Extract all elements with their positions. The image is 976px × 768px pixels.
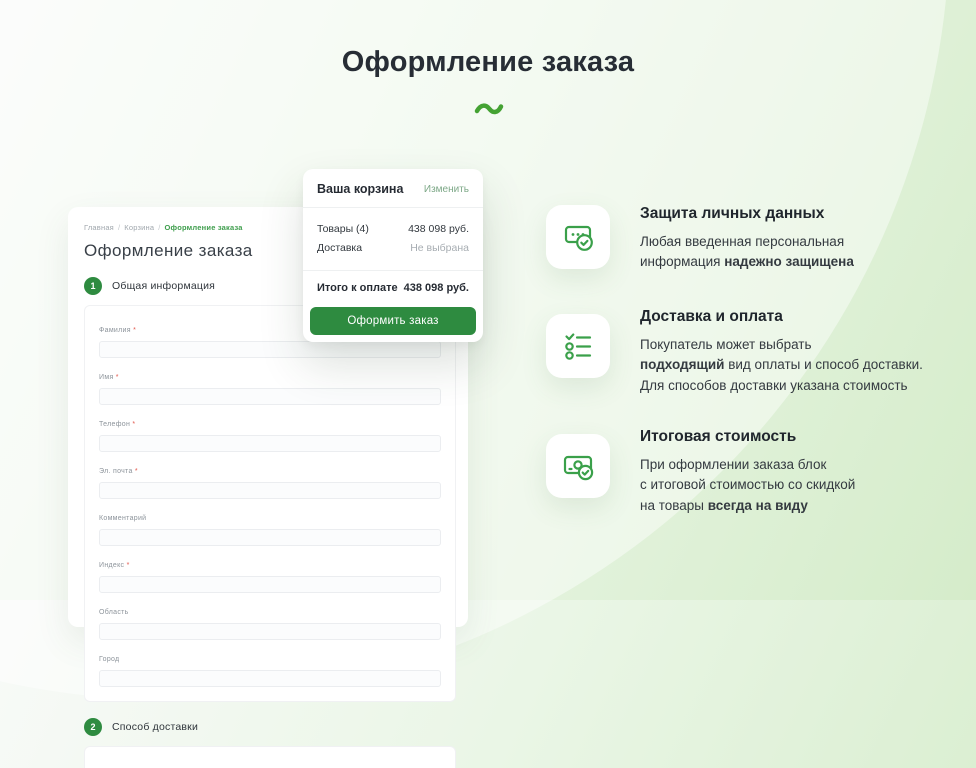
city-input[interactable] (99, 670, 441, 687)
email-input[interactable] (99, 482, 441, 499)
step-number-badge: 1 (84, 277, 102, 295)
field-label: Индекс (99, 562, 124, 569)
field-label: Эл. почта (99, 468, 133, 475)
zip-input[interactable] (99, 576, 441, 593)
breadcrumb-item-home[interactable]: Главная (84, 223, 114, 232)
field-label: Имя (99, 374, 114, 381)
feature-total-price: Итоговая стоимость При оформлении заказа… (546, 426, 855, 516)
form-field: Телефон * (99, 413, 441, 452)
page-title: Оформление заказа (0, 46, 976, 79)
required-mark: * (131, 327, 136, 334)
form-field: Город (99, 648, 441, 687)
step-label: Общая информация (112, 280, 215, 292)
row-label: Товары (4) (317, 223, 369, 235)
field-label: Комментарий (99, 515, 146, 522)
feature-title: Итоговая стоимость (640, 428, 855, 446)
banknote-check-icon (546, 434, 610, 498)
required-mark: * (114, 374, 119, 381)
feature-delivery-payment: Доставка и оплата Покупатель может выбра… (546, 306, 923, 396)
feature-title: Защита личных данных (640, 205, 854, 223)
general-info-panel: Фамилия * Имя * Телефон * Эл. почта * Ко… (84, 305, 456, 702)
field-label: Город (99, 656, 119, 663)
step-label: Способ доставки (112, 721, 198, 733)
breadcrumb-item-checkout: Оформление заказа (165, 223, 243, 232)
step-delivery-method: 2 Способ доставки (84, 718, 456, 736)
cart-total-row: Итого к оплате 438 098 руб. (303, 271, 483, 305)
phone-input[interactable] (99, 435, 441, 452)
cart-edit-link[interactable]: Изменить (424, 184, 469, 195)
feature-body: Любая введенная персональная информация … (640, 232, 854, 273)
form-field: Индекс * (99, 554, 441, 593)
feature-data-protection: Защита личных данных Любая введенная пер… (546, 203, 854, 273)
cart-title: Ваша корзина (317, 182, 403, 196)
required-mark: * (130, 421, 135, 428)
feature-body: При оформлении заказа блок с итоговой ст… (640, 455, 855, 516)
form-field: Эл. почта * (99, 460, 441, 499)
checklist-icon (546, 314, 610, 378)
chat-check-icon (546, 205, 610, 269)
region-input[interactable] (99, 623, 441, 640)
breadcrumb-separator: / (118, 223, 120, 232)
total-value: 438 098 руб. (404, 282, 469, 294)
form-field: Область (99, 601, 441, 640)
row-value: 438 098 руб. (408, 223, 469, 235)
required-mark: * (133, 468, 138, 475)
feature-body: Покупатель может выбрать подходящий вид … (640, 335, 923, 396)
field-label: Телефон (99, 421, 130, 428)
row-value: Не выбрана (410, 242, 469, 254)
cart-row-items: Товары (4) 438 098 руб. (317, 223, 469, 235)
field-label: Область (99, 609, 129, 616)
total-label: Итого к оплате (317, 282, 398, 294)
form-field: Комментарий (99, 507, 441, 546)
cart-row-delivery: Доставка Не выбрана (317, 242, 469, 254)
step-number-badge: 2 (84, 718, 102, 736)
comment-input[interactable] (99, 529, 441, 546)
feature-title: Доставка и оплата (640, 308, 923, 326)
form-field: Имя * (99, 366, 441, 405)
firstname-input[interactable] (99, 388, 441, 405)
submit-order-button[interactable]: Оформить заказ (310, 307, 476, 335)
field-label: Фамилия (99, 327, 131, 334)
breadcrumb-item-cart[interactable]: Корзина (124, 223, 154, 232)
cart-summary-card: Ваша корзина Изменить Товары (4) 438 098… (303, 169, 483, 342)
required-mark: * (124, 562, 129, 569)
breadcrumb-separator: / (158, 223, 160, 232)
lastname-input[interactable] (99, 341, 441, 358)
delivery-method-panel (84, 746, 456, 768)
row-label: Доставка (317, 242, 362, 254)
tilde-icon (473, 101, 505, 122)
